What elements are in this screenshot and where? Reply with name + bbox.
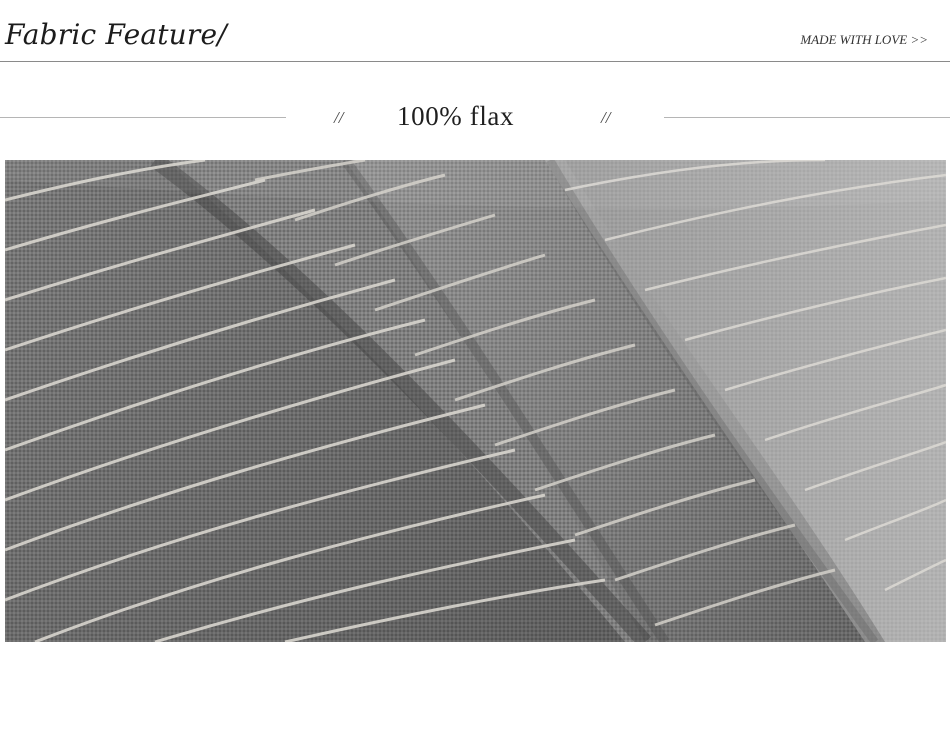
section-heading: // 100% flax // bbox=[0, 100, 950, 136]
material-heading: 100% flax bbox=[397, 101, 515, 131]
fabric-photo bbox=[5, 160, 946, 642]
heading-rule-right bbox=[664, 117, 950, 118]
fabric-texture-image bbox=[5, 160, 946, 642]
page-header: Fabric Feature/ MADE WITH LOVE >> bbox=[0, 0, 950, 62]
heading-slash-left: // bbox=[334, 108, 344, 127]
heading-rule-left bbox=[0, 117, 286, 118]
header-divider bbox=[0, 61, 950, 62]
heading-slash-right: // bbox=[601, 108, 611, 127]
header-tagline: MADE WITH LOVE >> bbox=[800, 32, 928, 47]
page-title: Fabric Feature/ bbox=[5, 18, 227, 51]
